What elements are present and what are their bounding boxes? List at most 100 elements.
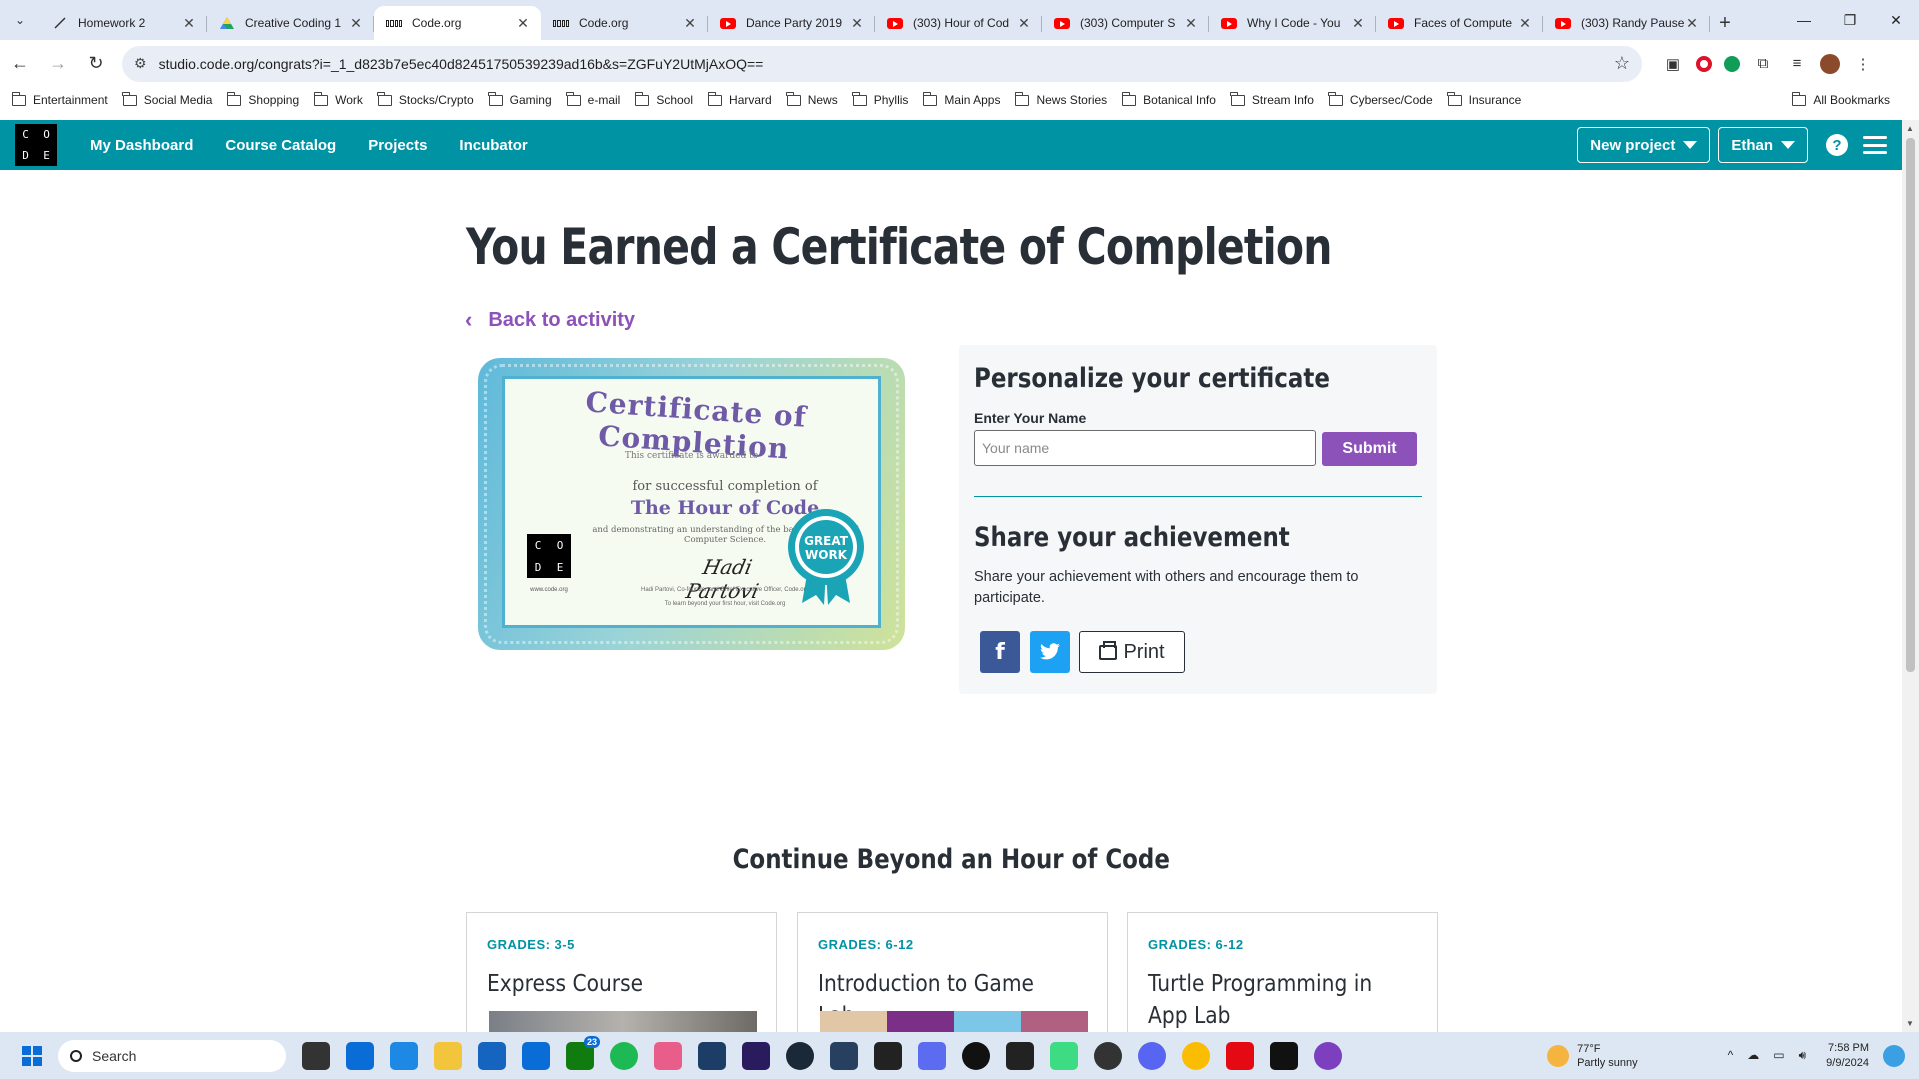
site-info-icon[interactable]: ⚙ [134, 55, 147, 72]
clock[interactable]: 7:58 PM 9/9/2024 [1826, 1041, 1869, 1071]
windows-start-icon[interactable] [22, 1045, 42, 1066]
puzzle-icon[interactable]: ⧉ [1752, 53, 1774, 75]
copilot-icon[interactable] [1883, 1044, 1905, 1067]
profile-avatar[interactable] [1820, 53, 1840, 74]
bookmark-folder[interactable]: Gaming [488, 91, 552, 107]
bookmark-folder[interactable]: Insurance [1447, 91, 1521, 107]
bookmark-folder[interactable]: Phyllis [852, 91, 908, 107]
name-input[interactable] [974, 430, 1316, 466]
hamburger-menu-icon[interactable] [1863, 136, 1887, 154]
user-menu-button[interactable]: Ethan [1718, 127, 1808, 163]
bookmark-folder[interactable]: Main Apps [922, 91, 1000, 107]
bookmark-folder[interactable]: Cybersec/Code [1328, 91, 1433, 107]
bookmark-folder[interactable]: School [634, 91, 693, 107]
nav-projects[interactable]: Projects [368, 137, 427, 154]
close-icon[interactable]: ✕ [1183, 15, 1199, 32]
tab-code-org[interactable]: Code.org ✕ [541, 6, 708, 40]
course-card[interactable]: GRADES: 6-12 Introduction to Game Lab [797, 912, 1108, 1032]
bookmark-folder[interactable]: News Stories [1014, 91, 1107, 107]
close-icon[interactable]: ✕ [682, 15, 698, 32]
mail-icon[interactable] [522, 1041, 550, 1070]
tab-search-icon[interactable]: ⌄ [0, 0, 40, 40]
display-icon[interactable]: ▭ [1773, 1048, 1784, 1063]
capcut-icon[interactable] [1006, 1041, 1034, 1070]
back-to-activity-link[interactable]: ‹ Back to activity [465, 307, 635, 333]
grammarly-icon[interactable] [1724, 55, 1740, 72]
widgets-icon[interactable] [346, 1041, 374, 1070]
bookmark-folder[interactable]: Botanical Info [1121, 91, 1216, 107]
close-icon[interactable]: ✕ [181, 15, 197, 32]
close-icon[interactable]: ✕ [1350, 15, 1366, 32]
cloud-icon[interactable]: ☁ [1747, 1048, 1759, 1063]
spotify-icon[interactable] [610, 1041, 638, 1070]
discord-icon[interactable] [1138, 1041, 1166, 1070]
back-arrow-icon[interactable]: ← [2, 46, 38, 82]
weather-widget[interactable]: 77°F Partly sunny [1547, 1042, 1638, 1070]
taskbar-search[interactable]: Search [58, 1039, 286, 1072]
opera-extension-icon[interactable] [1696, 55, 1712, 72]
close-icon[interactable]: ✕ [1684, 15, 1700, 32]
page-scrollbar[interactable]: ▲ ▼ [1902, 120, 1919, 1032]
close-icon[interactable]: ✕ [348, 15, 364, 32]
new-tab-button[interactable]: + [1710, 6, 1740, 40]
all-bookmarks[interactable]: All Bookmarks [1791, 91, 1890, 107]
tab-code-org-active[interactable]: Code.org ✕ [374, 6, 541, 40]
bookmark-folder[interactable]: Entertainment [11, 91, 108, 107]
app-icon[interactable] [478, 1041, 506, 1070]
facebook-share-button[interactable]: f [980, 631, 1020, 673]
close-icon[interactable]: ✕ [849, 15, 865, 32]
lightroom-icon[interactable] [698, 1041, 726, 1070]
steam-icon[interactable] [786, 1041, 814, 1070]
nav-incubator[interactable]: Incubator [459, 137, 527, 154]
premiere-icon[interactable] [742, 1041, 770, 1070]
xbox-icon[interactable]: 23 [566, 1035, 600, 1070]
volume-icon[interactable]: 🔊︎ [1799, 1048, 1807, 1063]
tab-hour-of-code[interactable]: (303) Hour of Cod ✕ [875, 6, 1042, 40]
maximize-icon[interactable]: ❐ [1827, 0, 1873, 40]
help-icon[interactable]: ? [1826, 134, 1848, 156]
bookmark-folder[interactable]: Work [313, 91, 363, 107]
close-icon[interactable]: ✕ [515, 15, 531, 32]
tab-randy-pausch[interactable]: (303) Randy Pause ✕ [1543, 6, 1710, 40]
bookmark-folder[interactable]: Shopping [226, 91, 299, 107]
print-button[interactable]: Print [1079, 631, 1185, 673]
file-explorer-icon[interactable] [434, 1041, 462, 1070]
bookmark-folder[interactable]: Stream Info [1230, 91, 1314, 107]
scrollbar-thumb[interactable] [1906, 138, 1915, 672]
hulu-icon[interactable] [1270, 1041, 1298, 1070]
media-controls-icon[interactable]: ≡ [1786, 53, 1808, 75]
task-view-icon[interactable] [302, 1041, 330, 1070]
bookmark-folder[interactable]: News [786, 91, 838, 107]
tab-why-i-code[interactable]: Why I Code - You ✕ [1209, 6, 1376, 40]
scroll-up-icon[interactable]: ▲ [1906, 124, 1914, 133]
chrome-icon[interactable] [1182, 1041, 1210, 1070]
snipping-tool-icon[interactable] [918, 1041, 946, 1070]
address-bar[interactable]: ⚙ studio.code.org/congrats?i=_1_d823b7e5… [122, 45, 1642, 82]
course-card[interactable]: GRADES: 6-12 Turtle Programming in App L… [1127, 912, 1438, 1032]
epic-games-icon[interactable] [874, 1041, 902, 1070]
close-icon[interactable]: ✕ [1517, 15, 1533, 32]
bookmark-folder[interactable]: Stocks/Crypto [377, 91, 474, 107]
minimize-icon[interactable]: — [1781, 0, 1827, 40]
course-card[interactable]: GRADES: 3-5 Express Course [466, 912, 777, 1032]
bookmark-folder[interactable]: e-mail [566, 91, 620, 107]
chevron-up-icon[interactable]: ^ [1728, 1048, 1734, 1063]
bookmark-star-icon[interactable]: ☆ [1614, 53, 1630, 74]
store-icon[interactable] [390, 1041, 418, 1070]
close-window-icon[interactable]: ✕ [1873, 0, 1919, 40]
chrome-menu-icon[interactable]: ⋮ [1852, 53, 1874, 75]
url-text[interactable]: studio.code.org/congrats?i=_1_d823b7e5ec… [159, 56, 1614, 72]
bookmark-folder[interactable]: Social Media [122, 91, 212, 107]
nav-my-dashboard[interactable]: My Dashboard [90, 137, 193, 154]
tab-computer-science[interactable]: (303) Computer S ✕ [1042, 6, 1209, 40]
submit-button[interactable]: Submit [1322, 432, 1417, 466]
app-icon[interactable] [962, 1041, 990, 1070]
new-project-button[interactable]: New project [1577, 127, 1711, 163]
nav-course-catalog[interactable]: Course Catalog [225, 137, 336, 154]
extension-icon[interactable]: ▣ [1662, 53, 1684, 75]
scroll-down-icon[interactable]: ▼ [1906, 1019, 1914, 1028]
reload-icon[interactable]: ↻ [78, 46, 114, 82]
app-icon[interactable] [1050, 1041, 1078, 1070]
obs-icon[interactable] [1094, 1041, 1122, 1070]
code-org-logo[interactable]: C O D E [15, 124, 57, 166]
